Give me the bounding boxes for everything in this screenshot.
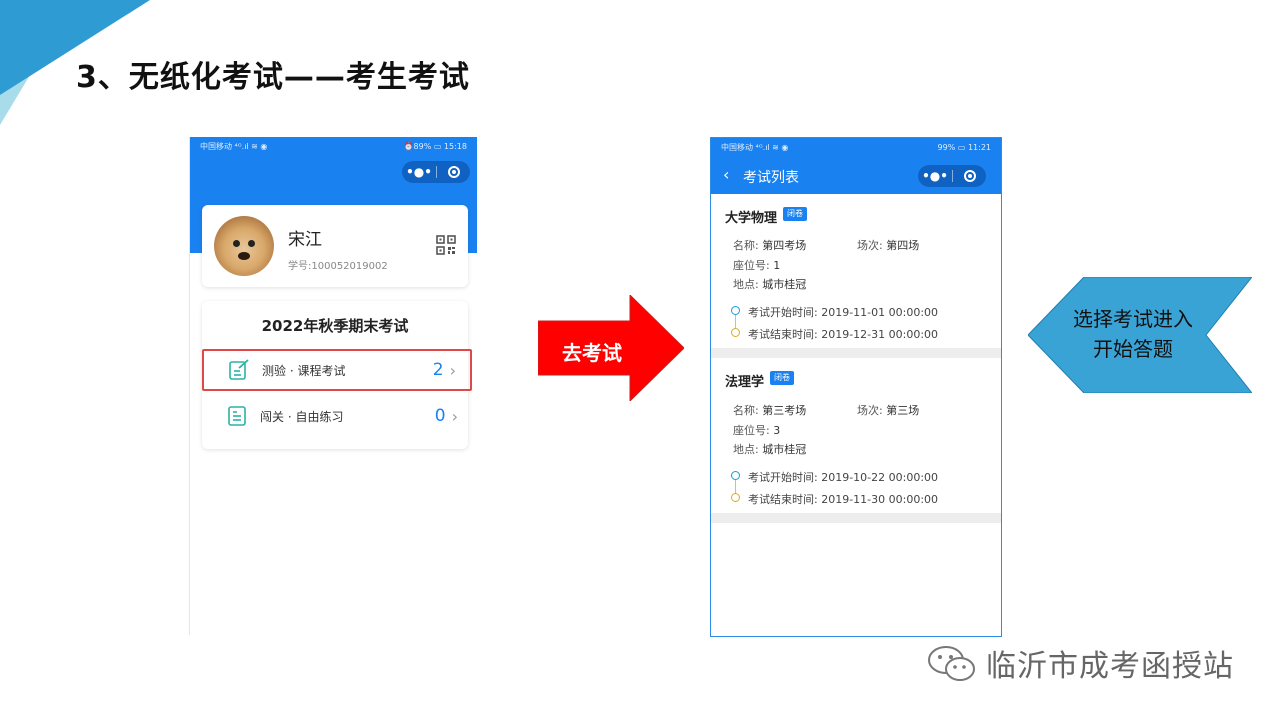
wechat-icon (928, 646, 975, 681)
status-carrier: 中国移动 ⁴ᴳ.ıl ≋ ◉ (721, 142, 789, 152)
timeline-line (735, 315, 736, 328)
exam-room: 名称: 第三考场 (733, 404, 807, 417)
exam-session: 场次: 第四场 (857, 239, 920, 252)
go-exam-label: 去考试 (562, 341, 622, 365)
end-time-dot (731, 493, 740, 502)
course-exam-count: 2 (432, 360, 444, 380)
avatar (214, 216, 274, 276)
mini-program-capsule: •●• (918, 165, 986, 187)
status-bar: 中国移动 ⁴ᴳ.ıl ≋ ◉ ⏰89% ▭ 15:18 (190, 137, 477, 155)
exam-place: 地点: 城市桂冠 (733, 443, 807, 456)
status-bar: 中国移动 ⁴ᴳ.ıl ≋ ◉ 99% ▭ 11:21 (711, 138, 1001, 156)
close-target-icon[interactable] (953, 170, 986, 182)
exam-course-name: 法理学 (725, 375, 765, 390)
watermark-text: 临沂市成考函授站 (986, 649, 1234, 684)
edit-note-icon (228, 359, 250, 381)
chevron-right-icon: › (449, 360, 456, 380)
exam-start-time: 考试开始时间: 2019-10-22 00:00:00 (748, 471, 939, 484)
status-time: 99% ▭ 11:21 (937, 142, 991, 152)
more-icon[interactable]: •●• (402, 161, 436, 183)
close-target-icon[interactable] (437, 166, 470, 178)
free-practice-row[interactable]: 闯关 · 自由练习 0 › (202, 395, 472, 437)
term-exam-card: 2022年秋季期末考试 测验 · 课程考试 2 › 闯关 · 自由练习 0 › (202, 301, 472, 449)
exam-list-title: 考试列表 (743, 170, 799, 186)
phone-home-screen: 中国移动 ⁴ᴳ.ıl ≋ ◉ ⏰89% ▭ 15:18 •●• 宋江 学号:10… (189, 137, 477, 635)
profile-card: 宋江 学号:100052019002 (202, 205, 468, 287)
list-note-icon (226, 405, 248, 427)
phone-exam-list-screen: 中国移动 ⁴ᴳ.ıl ≋ ◉ 99% ▭ 11:21 ‹ 考试列表 •●• 大学… (710, 137, 1002, 637)
exam-list-header: 中国移动 ⁴ᴳ.ıl ≋ ◉ 99% ▭ 11:21 ‹ 考试列表 •●• (711, 138, 1001, 194)
instruction-callout-text: 选择考试进入开始答题 (1073, 307, 1193, 361)
exam-room: 名称: 第四考场 (733, 239, 807, 252)
exam-list-item[interactable]: 大学物理 闭卷 名称: 第四考场 场次: 第四场 座位号: 1 地点: 城市桂冠… (711, 194, 1001, 348)
status-carrier: 中国移动 ⁴ᴳ.ıl ≋ ◉ (200, 141, 268, 151)
free-practice-count: 0 (434, 406, 446, 426)
chevron-right-icon: › (451, 406, 458, 426)
back-icon[interactable]: ‹ (723, 165, 729, 184)
exam-seat: 座位号: 3 (733, 424, 781, 437)
exam-list-item[interactable]: 法理学 闭卷 名称: 第三考场 场次: 第三场 座位号: 3 地点: 城市桂冠 … (711, 358, 1001, 513)
exam-place: 地点: 城市桂冠 (733, 278, 807, 291)
closed-book-badge: 闭卷 (783, 207, 807, 221)
more-icon[interactable]: •●• (918, 165, 952, 187)
exam-seat: 座位号: 1 (733, 259, 781, 272)
status-time: ⏰89% ▭ 15:18 (403, 141, 467, 151)
start-time-dot (731, 471, 740, 480)
exam-end-time: 考试结束时间: 2019-11-30 00:00:00 (748, 493, 939, 506)
term-exam-title: 2022年秋季期末考试 (261, 317, 409, 335)
exam-session: 场次: 第三场 (857, 404, 920, 417)
exam-start-time: 考试开始时间: 2019-11-01 00:00:00 (748, 306, 939, 319)
qr-code-icon[interactable] (436, 235, 456, 255)
mini-program-capsule: •●• (402, 161, 470, 183)
watermark: 临沂市成考函授站 (926, 641, 1234, 685)
list-separator (711, 348, 1001, 358)
slide-title: 3、无纸化考试——考生考试 (76, 60, 470, 95)
exam-course-name: 大学物理 (725, 211, 778, 226)
end-time-dot (731, 328, 740, 337)
exam-end-time: 考试结束时间: 2019-12-31 00:00:00 (748, 328, 939, 341)
start-time-dot (731, 306, 740, 315)
closed-book-badge: 闭卷 (770, 371, 794, 385)
timeline-line (735, 480, 736, 493)
course-exam-row[interactable]: 测验 · 课程考试 2 › (202, 349, 472, 391)
free-practice-label: 闯关 · 自由练习 (260, 409, 344, 424)
profile-name: 宋江 (288, 230, 322, 250)
student-id: 学号:100052019002 (288, 261, 388, 272)
course-exam-label: 测验 · 课程考试 (262, 363, 346, 378)
list-separator (711, 513, 1001, 523)
